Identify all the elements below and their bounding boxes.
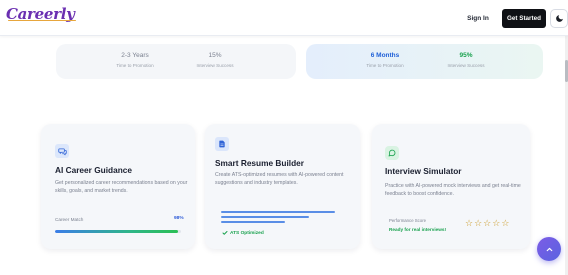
stat-interview-after: 95% Interview Success: [431, 52, 501, 68]
stat-value: 6 Months: [370, 52, 400, 59]
stat-promotion-after: 6 Months Time to Promotion: [350, 52, 420, 68]
moon-icon: [555, 15, 563, 22]
chat-bubbles-icon: [55, 144, 69, 158]
star-icon: ☆: [465, 219, 474, 229]
stats-before-panel: 2-3 Years Time to Promotion 15% Intervie…: [56, 44, 296, 79]
career-match-progress: [55, 230, 181, 233]
document-icon: [215, 137, 229, 151]
scroll-to-top-button[interactable]: [537, 237, 561, 261]
career-match-label: Career Match: [55, 217, 84, 222]
ats-badge: ATS Optimized: [222, 230, 264, 236]
card-title: Interview Simulator: [385, 166, 462, 176]
resume-line: [221, 221, 285, 223]
resume-line: [221, 211, 335, 213]
career-match-fill: [55, 230, 179, 233]
star-icon: ☆: [501, 219, 510, 229]
stat-promotion-before: 2-3 Years Time to Promotion: [100, 52, 170, 68]
ats-label: ATS Optimized: [230, 230, 264, 236]
stats-after-panel: 6 Months Time to Promotion 95% Interview…: [306, 44, 543, 79]
card-description: Practice with AI-powered mock interviews…: [385, 183, 521, 197]
star-icon: ☆: [483, 219, 492, 229]
star-rating: ☆ ☆ ☆ ☆ ☆: [465, 220, 509, 229]
stat-label: Time to Promotion: [366, 63, 404, 68]
resume-line: [221, 216, 309, 218]
card-description: Get personalized career recommendations …: [55, 180, 188, 194]
get-started-button[interactable]: Get Started: [502, 9, 546, 28]
stat-label: Interview Success: [447, 63, 485, 68]
stat-value: 95%: [459, 52, 473, 59]
top-nav: Careerly Sign In Get Started: [0, 0, 568, 36]
feature-card-career-guidance[interactable]: AI Career Guidance Get personalized care…: [41, 124, 195, 249]
feature-card-interview-simulator[interactable]: Interview Simulator Practice with AI-pow…: [372, 124, 530, 249]
card-title: Smart Resume Builder: [215, 158, 304, 168]
chevron-up-icon: [546, 247, 552, 251]
stat-value: 15%: [208, 52, 222, 59]
card-description: Create ATS-optimized resumes with AI-pow…: [215, 172, 344, 186]
card-title: AI Career Guidance: [55, 165, 133, 175]
performance-score-label: Performance Score: [389, 218, 427, 223]
sign-in-link[interactable]: Sign In: [462, 10, 494, 27]
feature-card-resume-builder[interactable]: Smart Resume Builder Create ATS-optimize…: [205, 124, 360, 249]
star-icon: ☆: [474, 219, 483, 229]
message-circle-icon: [385, 146, 399, 160]
stat-value: 2-3 Years: [121, 52, 149, 59]
theme-toggle-button[interactable]: [550, 9, 568, 28]
star-icon: ☆: [492, 219, 501, 229]
stat-interview-before: 15% Interview Success: [180, 52, 250, 68]
brand-logo[interactable]: Careerly: [6, 5, 76, 23]
stat-label: Time to Promotion: [116, 63, 154, 68]
career-match-value: 98%: [174, 216, 184, 221]
check-icon: [222, 231, 228, 235]
stat-label: Interview Success: [196, 63, 234, 68]
performance-status: Ready for real interviews!: [389, 227, 447, 232]
